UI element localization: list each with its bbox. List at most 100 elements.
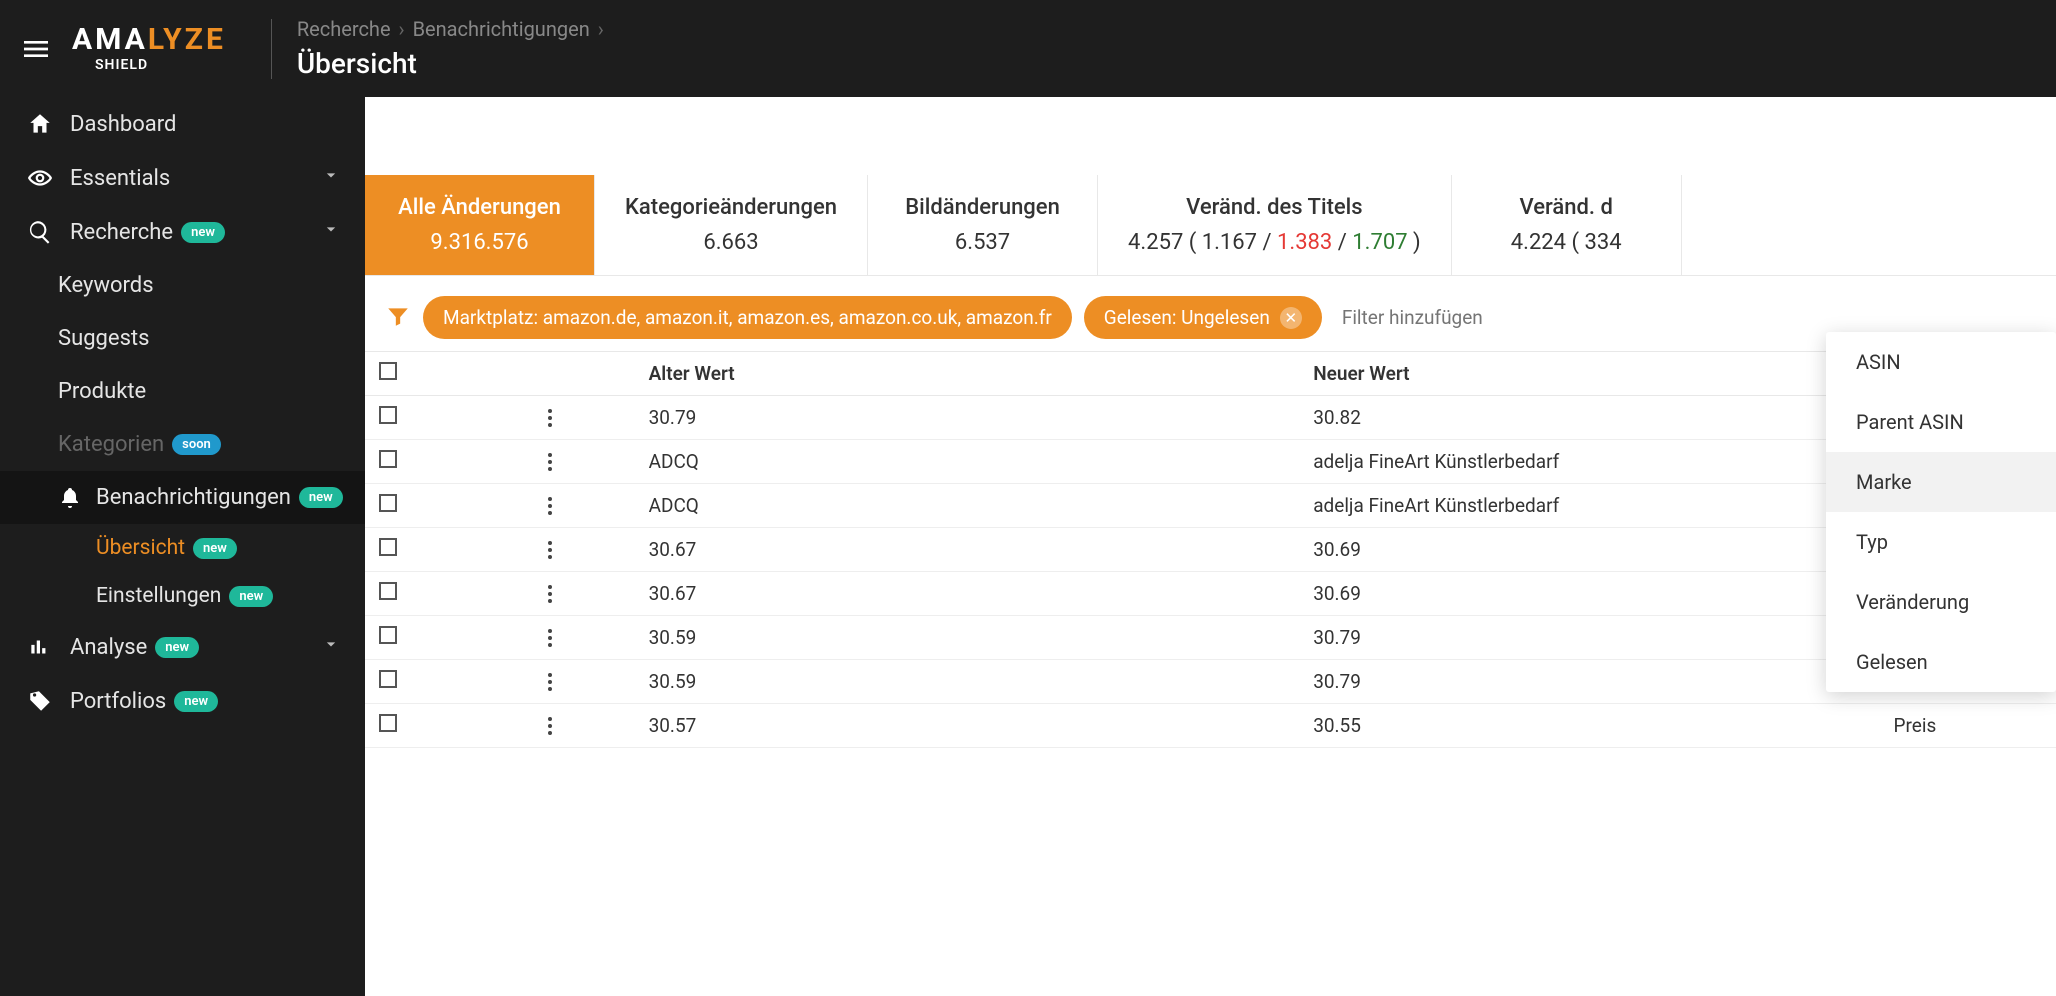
checkbox[interactable]: [379, 494, 397, 512]
tab-title: Veränd. des Titels: [1128, 195, 1421, 220]
tab-count: 6.663: [625, 230, 837, 255]
cell-new: adelja FineArt Künstlerbedarf: [1299, 440, 1879, 484]
changes-table: Alter Wert Neuer Wert Ty 30.7930.82Preis…: [365, 351, 2056, 748]
checkbox[interactable]: [379, 714, 397, 732]
dropdown-item-veraenderung[interactable]: Veränderung: [1826, 572, 2056, 632]
chevron-down-icon: [321, 165, 341, 191]
checkbox[interactable]: [379, 626, 397, 644]
table-row: 30.6730.69Preis: [365, 528, 2056, 572]
table-row: 30.5730.55Preis: [365, 704, 2056, 748]
topbar: AMALYZE SHIELD Recherche › Benachrichtig…: [0, 0, 2056, 97]
sidebar-item-recherche[interactable]: Recherche new: [0, 205, 365, 259]
row-menu[interactable]: [480, 717, 620, 735]
tab-kategorieaenderungen[interactable]: Kategorieänderungen 6.663: [595, 175, 868, 275]
col-alter-wert[interactable]: Alter Wert: [635, 352, 1300, 396]
row-menu[interactable]: [480, 629, 620, 647]
sidebar-item-label: Übersicht: [96, 536, 185, 560]
sidebar-item-essentials[interactable]: Essentials: [0, 151, 365, 205]
new-badge: new: [181, 222, 225, 243]
table-row: 30.5930.79Preis: [365, 616, 2056, 660]
chip-marktplatz[interactable]: Marktplatz: amazon.de, amazon.it, amazon…: [423, 296, 1072, 339]
table-header-row: Alter Wert Neuer Wert Ty: [365, 352, 2056, 396]
sidebar-sub-benachrichtigungen[interactable]: Benachrichtigungen new: [0, 471, 365, 524]
row-menu[interactable]: [480, 453, 620, 471]
new-badge: new: [155, 637, 199, 658]
tab-title: Veränd. d: [1482, 195, 1651, 220]
chevron-right-icon: ›: [598, 17, 604, 41]
sidebar-sub-suggests[interactable]: Suggests: [0, 312, 365, 365]
row-menu[interactable]: [480, 497, 620, 515]
sidebar-item-analyse[interactable]: Analyse new: [0, 620, 365, 674]
menu-toggle[interactable]: [0, 33, 72, 65]
sidebar-item-label: Dashboard: [70, 112, 176, 137]
row-menu[interactable]: [480, 541, 620, 559]
row-menu[interactable]: [480, 585, 620, 603]
search-icon: [24, 219, 56, 245]
chip-label: Marktplatz: amazon.de, amazon.it, amazon…: [443, 306, 1052, 329]
tab-veraend-partial[interactable]: Veränd. d 4.224 ( 334: [1452, 175, 1682, 275]
checkbox[interactable]: [379, 582, 397, 600]
dropdown-item-typ[interactable]: Typ: [1826, 512, 2056, 572]
sidebar-subsub-einstellungen[interactable]: Einstellungen new: [0, 572, 365, 620]
sidebar-item-label: Analyse: [70, 635, 147, 660]
filter-icon[interactable]: [385, 303, 411, 333]
cell-old: 30.67: [635, 572, 1300, 616]
close-icon[interactable]: ✕: [1280, 307, 1302, 329]
sidebar-sub-produkte[interactable]: Produkte: [0, 365, 365, 418]
filter-dropdown: ASIN Parent ASIN Marke Typ Veränderung G…: [1826, 332, 2056, 692]
chip-gelesen[interactable]: Gelesen: Ungelesen ✕: [1084, 296, 1322, 339]
cell-new: adelja FineArt Künstlerbedarf: [1299, 484, 1879, 528]
table-row: ADCQadelja FineArt KünstlerbedarfHändler: [365, 440, 2056, 484]
new-badge: new: [193, 538, 237, 559]
hamburger-icon: [20, 33, 52, 65]
filter-row: Marktplatz: amazon.de, amazon.it, amazon…: [365, 276, 2056, 351]
dropdown-item-parent-asin[interactable]: Parent ASIN: [1826, 392, 2056, 452]
sidebar-item-dashboard[interactable]: Dashboard: [0, 97, 365, 151]
tab-count: 9.316.576: [395, 230, 564, 255]
tab-count: 4.257 ( 1.167 / 1.383 / 1.707 ): [1128, 230, 1421, 255]
dropdown-item-marke[interactable]: Marke: [1826, 452, 2056, 512]
main-content: Alle Änderungen 9.316.576 Kategorieänder…: [365, 0, 2056, 996]
checkbox[interactable]: [379, 406, 397, 424]
sidebar-subsub-uebersicht[interactable]: Übersicht new: [0, 524, 365, 572]
sidebar-item-portfolios[interactable]: Portfolios new: [0, 674, 365, 728]
sidebar-item-label: Benachrichtigungen: [96, 485, 291, 510]
checkbox-all[interactable]: [379, 362, 397, 380]
cell-new: 30.79: [1299, 660, 1879, 704]
checkbox[interactable]: [379, 670, 397, 688]
table-row: ADCQadelja FineArt KünstlerbedarfHändler: [365, 484, 2056, 528]
table-row: 30.6730.69Preis: [365, 572, 2056, 616]
breadcrumb-benachrichtigungen[interactable]: Benachrichtigungen: [413, 17, 590, 41]
cell-old: 30.79: [635, 396, 1300, 440]
sidebar-item-label: Einstellungen: [96, 584, 221, 608]
chevron-down-icon: [321, 634, 341, 660]
tab-alle-aenderungen[interactable]: Alle Änderungen 9.316.576: [365, 175, 595, 275]
tab-bildaenderungen[interactable]: Bildänderungen 6.537: [868, 175, 1098, 275]
col-neuer-wert[interactable]: Neuer Wert: [1299, 352, 1879, 396]
cell-new: 30.55: [1299, 704, 1879, 748]
tag-icon: [24, 688, 56, 714]
chevron-down-icon: [321, 219, 341, 245]
checkbox[interactable]: [379, 450, 397, 468]
logo[interactable]: AMALYZE SHIELD: [72, 25, 246, 73]
sidebar-item-label: Keywords: [58, 273, 154, 298]
table-row: 30.5930.79Preis: [365, 660, 2056, 704]
tab-veraend-titel[interactable]: Veränd. des Titels 4.257 ( 1.167 / 1.383…: [1098, 175, 1452, 275]
cell-old: 30.59: [635, 616, 1300, 660]
sidebar-item-label: Recherche: [70, 220, 173, 245]
new-badge: new: [299, 487, 343, 508]
cell-old: 30.59: [635, 660, 1300, 704]
checkbox[interactable]: [379, 538, 397, 556]
sidebar-sub-keywords[interactable]: Keywords: [0, 259, 365, 312]
bar-chart-icon: [24, 634, 56, 660]
dropdown-item-gelesen[interactable]: Gelesen: [1826, 632, 2056, 692]
row-menu[interactable]: [480, 673, 620, 691]
breadcrumb-recherche[interactable]: Recherche: [297, 17, 391, 41]
cell-typ: Preis: [1880, 704, 2056, 748]
row-menu[interactable]: [480, 409, 620, 427]
new-badge: new: [174, 691, 218, 712]
tab-count: 6.537: [898, 230, 1067, 255]
sidebar-item-label: Portfolios: [70, 689, 166, 714]
dropdown-item-asin[interactable]: ASIN: [1826, 332, 2056, 392]
sidebar-item-label: Essentials: [70, 166, 170, 191]
